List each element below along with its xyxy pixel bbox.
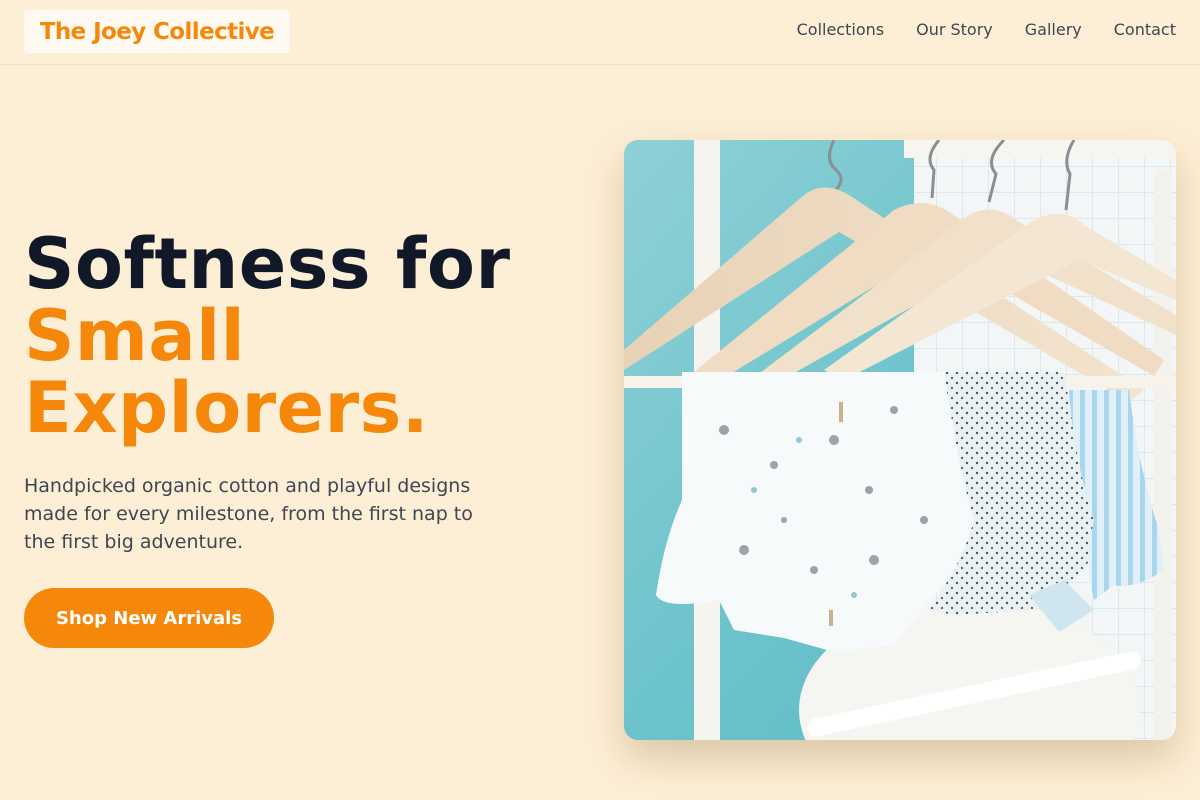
headline-line-2: Small <box>24 295 246 377</box>
nav-link-collections[interactable]: Collections <box>797 20 884 40</box>
brand-name: The Joey Collective <box>39 18 275 45</box>
headline-line-3: Explorers. <box>24 367 429 449</box>
hero-description: Handpicked organic cotton and playful de… <box>24 475 473 553</box>
shop-new-arrivals-button[interactable]: Shop New Arrivals <box>24 588 274 648</box>
hero-image <box>624 140 1176 740</box>
nav-link-contact[interactable]: Contact <box>1114 20 1176 40</box>
site-header: The Joey Collective Collections Our Stor… <box>0 0 1200 65</box>
baby-clothes-illustration <box>624 140 1176 740</box>
main-nav: Collections Our Story Gallery Contact <box>797 20 1176 40</box>
headline-line-1: Softness for <box>24 223 511 305</box>
brand-logo[interactable]: The Joey Collective <box>24 10 290 53</box>
hero-headline: Softness for Small Explorers. <box>24 228 584 444</box>
nav-link-gallery[interactable]: Gallery <box>1025 20 1082 40</box>
nav-link-our-story[interactable]: Our Story <box>916 20 993 40</box>
